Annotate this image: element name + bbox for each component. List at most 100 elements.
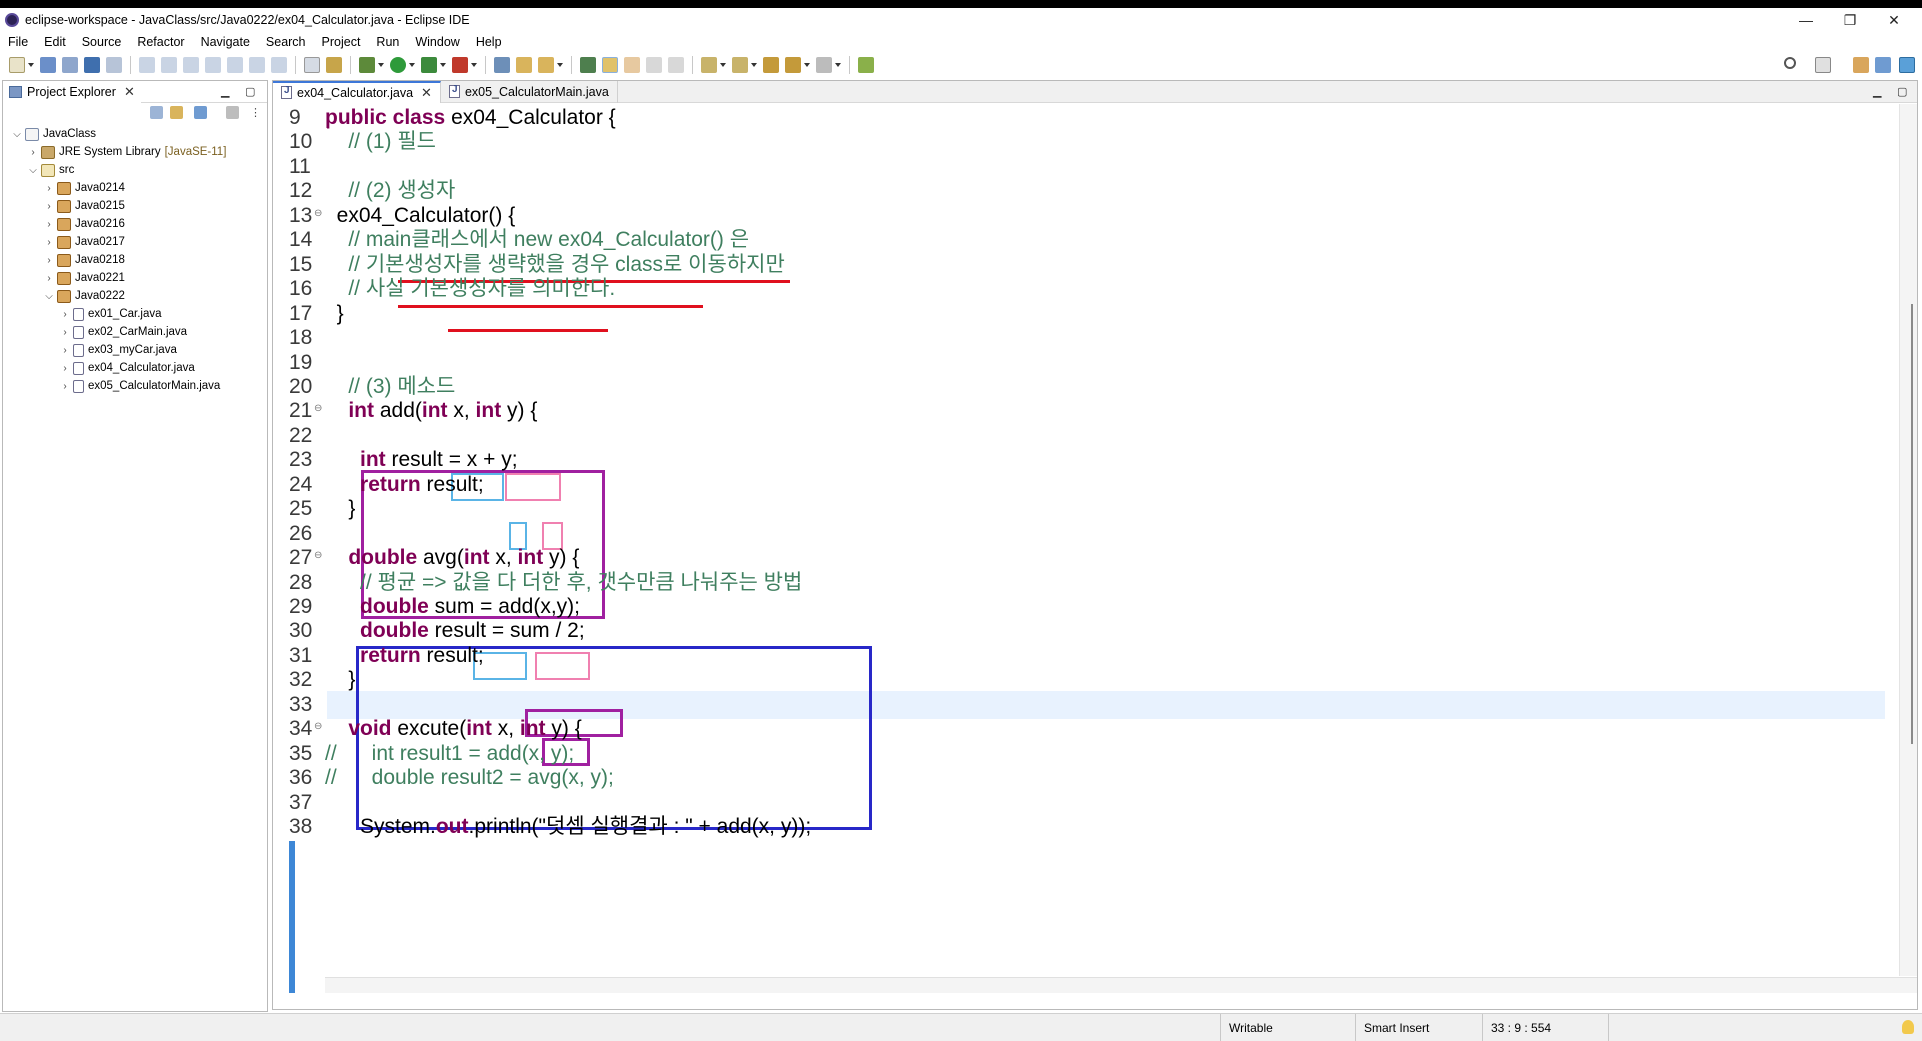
run-dropdown-icon[interactable] bbox=[409, 57, 416, 73]
terminate-icon[interactable] bbox=[183, 57, 199, 73]
chevron-right-icon[interactable]: › bbox=[59, 381, 71, 392]
focus-task-icon[interactable] bbox=[226, 106, 239, 119]
fold-toggle-icon[interactable]: ⊖ bbox=[314, 403, 322, 414]
previous-annotation-icon[interactable] bbox=[732, 57, 748, 73]
new-package-icon[interactable] bbox=[516, 57, 532, 73]
java-ee-perspective-icon[interactable] bbox=[1853, 57, 1869, 73]
tree-item[interactable]: ⌵ src bbox=[3, 161, 267, 179]
tab-project-explorer[interactable]: Project Explorer ✕ bbox=[3, 80, 141, 103]
insert-mode-status[interactable]: Smart Insert bbox=[1355, 1014, 1483, 1041]
coverage-icon[interactable] bbox=[421, 57, 437, 73]
chevron-right-icon[interactable]: › bbox=[43, 201, 55, 212]
collapse-all-icon[interactable] bbox=[150, 106, 163, 119]
menu-help[interactable]: Help bbox=[468, 35, 510, 49]
tree-item[interactable]: › Java0214 bbox=[3, 179, 267, 197]
chevron-down-icon[interactable]: ⌵ bbox=[43, 291, 55, 302]
tree-item[interactable]: › Java0218 bbox=[3, 251, 267, 269]
chevron-right-icon[interactable]: › bbox=[59, 327, 71, 338]
fold-toggle-icon[interactable]: ⊖ bbox=[314, 721, 322, 732]
search-icon[interactable] bbox=[1784, 57, 1796, 69]
tree-item[interactable]: › Java0217 bbox=[3, 233, 267, 251]
chevron-right-icon[interactable]: › bbox=[59, 363, 71, 374]
minimize-view-icon[interactable]: ▁ bbox=[1873, 85, 1881, 98]
pilcrow-icon[interactable] bbox=[668, 57, 684, 73]
open-view-icon[interactable] bbox=[304, 57, 320, 73]
new-dropdown-icon[interactable] bbox=[28, 57, 35, 73]
skip-breakpoints-icon[interactable] bbox=[106, 57, 122, 73]
new-java-project-icon[interactable] bbox=[494, 57, 510, 73]
last-edit-location-icon[interactable] bbox=[763, 57, 779, 73]
step-into-icon[interactable] bbox=[227, 57, 243, 73]
chevron-down-icon[interactable]: ⌵ bbox=[27, 165, 39, 176]
tree-item[interactable]: › ex03_myCar.java bbox=[3, 341, 267, 359]
tree-item[interactable]: › ex04_Calculator.java bbox=[3, 359, 267, 377]
menu-edit[interactable]: Edit bbox=[36, 35, 74, 49]
show-whitespace-icon[interactable] bbox=[646, 57, 662, 73]
step-return-icon[interactable] bbox=[271, 57, 287, 73]
chevron-right-icon[interactable]: › bbox=[59, 309, 71, 320]
chevron-right-icon[interactable]: › bbox=[27, 147, 39, 158]
java-perspective-icon[interactable] bbox=[1875, 57, 1891, 73]
menu-search[interactable]: Search bbox=[258, 35, 314, 49]
next-annotation-icon[interactable] bbox=[701, 57, 717, 73]
chevron-right-icon[interactable]: › bbox=[43, 183, 55, 194]
close-icon[interactable]: ✕ bbox=[124, 84, 135, 100]
menu-window[interactable]: Window bbox=[407, 35, 467, 49]
menu-run[interactable]: Run bbox=[368, 35, 407, 49]
pin-editor-icon[interactable] bbox=[858, 57, 874, 73]
previous-annotation-dropdown-icon[interactable] bbox=[751, 57, 758, 73]
new-icon[interactable] bbox=[9, 57, 25, 73]
view-menu-icon[interactable]: ⋮ bbox=[250, 106, 261, 119]
save-all-icon[interactable] bbox=[62, 57, 78, 73]
fold-toggle-icon[interactable]: ⊖ bbox=[314, 550, 322, 561]
link-with-editor-icon[interactable] bbox=[170, 106, 183, 119]
tree-item[interactable]: › Java0216 bbox=[3, 215, 267, 233]
horizontal-scrollbar[interactable] bbox=[325, 977, 1917, 993]
suspend-icon[interactable] bbox=[161, 57, 177, 73]
open-type-icon[interactable] bbox=[580, 57, 596, 73]
chevron-right-icon[interactable]: › bbox=[43, 219, 55, 230]
tree-item[interactable]: › Java0221 bbox=[3, 269, 267, 287]
fold-toggle-icon[interactable]: ⊖ bbox=[314, 208, 322, 219]
editor-tab-ex05-calculator-main[interactable]: ex05_CalculatorMain.java bbox=[441, 80, 618, 103]
back-dropdown-icon[interactable] bbox=[804, 57, 811, 73]
close-icon[interactable]: ✕ bbox=[421, 85, 432, 101]
external-tools-icon[interactable] bbox=[452, 57, 468, 73]
chevron-down-icon[interactable]: ⌵ bbox=[11, 129, 23, 140]
step-over-icon[interactable] bbox=[249, 57, 265, 73]
menu-refactor[interactable]: Refactor bbox=[129, 35, 192, 49]
chevron-right-icon[interactable]: › bbox=[59, 345, 71, 356]
editor-tab-ex04-calculator[interactable]: ex04_Calculator.java ✕ bbox=[273, 80, 441, 103]
forward-icon[interactable] bbox=[816, 57, 832, 73]
filter-icon[interactable] bbox=[194, 106, 207, 119]
menu-file[interactable]: File bbox=[0, 35, 36, 49]
debug-perspective-icon[interactable] bbox=[1899, 57, 1915, 73]
minimize-view-icon[interactable]: ▁ bbox=[221, 85, 229, 98]
lightbulb-icon[interactable] bbox=[1902, 1020, 1914, 1034]
code-editor[interactable]: 9 public class ex04_Calculator {10 // (1)… bbox=[273, 104, 1917, 993]
toggle-breadcrumb-icon[interactable] bbox=[326, 57, 342, 73]
close-window-button[interactable]: ✕ bbox=[1866, 8, 1922, 32]
tree-item[interactable]: › ex01_Car.java bbox=[3, 305, 267, 323]
back-icon[interactable] bbox=[785, 57, 801, 73]
menu-navigate[interactable]: Navigate bbox=[193, 35, 258, 49]
tree-item[interactable]: ⌵ JavaClass bbox=[3, 125, 267, 143]
vertical-scrollbar[interactable] bbox=[1899, 104, 1917, 976]
external-tools-dropdown-icon[interactable] bbox=[471, 57, 478, 73]
tree-item[interactable]: › ex05_CalculatorMain.java bbox=[3, 377, 267, 395]
next-annotation-dropdown-icon[interactable] bbox=[720, 57, 727, 73]
save-icon[interactable] bbox=[40, 57, 56, 73]
vertical-scroll-thumb[interactable] bbox=[1911, 304, 1913, 744]
tree-item[interactable]: › ex02_CarMain.java bbox=[3, 323, 267, 341]
open-perspective-icon[interactable] bbox=[1815, 57, 1831, 73]
chevron-right-icon[interactable]: › bbox=[43, 255, 55, 266]
toggle-block-selection-icon[interactable] bbox=[624, 57, 640, 73]
resume-icon[interactable] bbox=[139, 57, 155, 73]
new-class-dropdown-icon[interactable] bbox=[557, 57, 564, 73]
menu-project[interactable]: Project bbox=[314, 35, 369, 49]
tree-item[interactable]: ⌵ Java0222 bbox=[3, 287, 267, 305]
toggle-mark-occurrences-icon[interactable] bbox=[602, 57, 618, 73]
debug-dropdown-icon[interactable] bbox=[378, 57, 385, 73]
new-class-icon[interactable] bbox=[538, 57, 554, 73]
menu-source[interactable]: Source bbox=[74, 35, 130, 49]
